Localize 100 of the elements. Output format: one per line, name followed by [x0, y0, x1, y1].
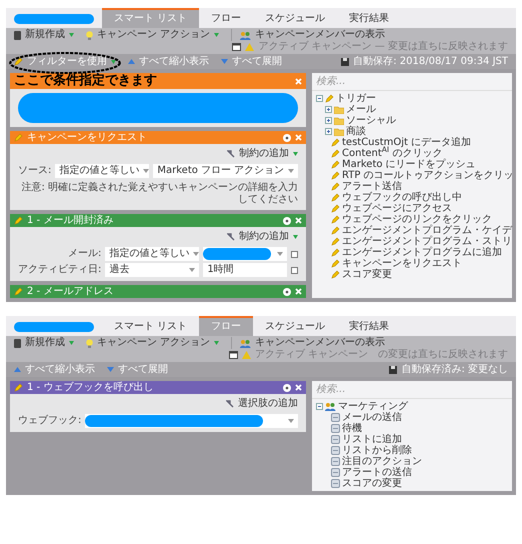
tab[interactable]: 実行結果 [337, 316, 402, 336]
view-members-button[interactable]: キャンペーンメンバーの表示 [255, 29, 386, 41]
campaign-actions-menu[interactable]: キャンペーン アクション [97, 337, 210, 349]
tree-item[interactable]: ウェブページのリンクをクリック [342, 214, 492, 225]
search-field[interactable]: 検索... [312, 381, 512, 399]
dropdown[interactable]: 指定の値と等しい [55, 164, 150, 178]
save-icon [341, 58, 350, 66]
tree-item[interactable]: スコアの変更 [342, 478, 402, 489]
autosave-status: 自動保存済み: 変更なし [401, 364, 508, 376]
tab[interactable]: スマート リスト [102, 316, 200, 336]
search-field[interactable]: 検索... [312, 73, 512, 91]
field-label: ソース: [18, 165, 52, 177]
calendar-icon[interactable] [232, 43, 242, 51]
tree-item[interactable]: エンゲージメントプログラムに追加 [342, 247, 502, 258]
block-title: 2 - メールアドレス [27, 285, 114, 298]
block-title: キャンペーンをリクエスト [27, 131, 147, 144]
save-icon [389, 366, 398, 374]
close-icon[interactable] [295, 217, 302, 224]
info-icon[interactable] [283, 384, 291, 392]
tab[interactable]: 実行結果 [337, 8, 402, 28]
close-icon[interactable] [295, 78, 302, 84]
tab[interactable]: フロー [199, 8, 254, 28]
info-icon[interactable] [283, 134, 291, 142]
tree-item[interactable]: testCustmOjt にデータ追加 [342, 137, 472, 148]
expand-icon[interactable] [325, 106, 332, 113]
people-icon [325, 402, 336, 411]
pencil-icon [14, 57, 23, 66]
wrench-icon [227, 150, 235, 158]
tree-item[interactable]: ウェブフックの呼び出し中 [342, 192, 462, 203]
info-icon[interactable] [283, 288, 291, 296]
tree-item[interactable]: 商談 [346, 126, 366, 137]
close-icon[interactable] [295, 134, 302, 141]
tree-item[interactable]: スコア変更 [342, 269, 392, 280]
tree-item[interactable]: キャンペーンをリクエスト [342, 258, 462, 269]
dropdown-caret-icon [277, 252, 283, 256]
lightbulb-icon [86, 30, 93, 40]
expand-icon[interactable] [325, 117, 332, 124]
wrench-icon [226, 400, 234, 408]
tree-item[interactable]: 注目のアクション [342, 456, 422, 467]
add-constraint-link[interactable]: 制約の追加 [239, 148, 289, 160]
warning-icon [245, 43, 254, 51]
pencil-icon [325, 94, 334, 103]
tree-item[interactable]: アラートの送信 [342, 467, 412, 478]
tree-item[interactable]: トリガー [336, 93, 376, 104]
tree-item[interactable]: メールの送信 [342, 412, 402, 423]
tree-item[interactable]: エンゲージメントプログラム・ケイデ [342, 225, 512, 236]
tree-item[interactable]: ソーシャル [346, 115, 396, 126]
tree-item[interactable]: RTP のコールトゥアクションをクリッ [342, 170, 514, 181]
dropdown[interactable]: 過去 [105, 263, 200, 277]
tree-item[interactable]: エンゲージメントプログラム・ストリ [342, 236, 512, 247]
block-title: 1 - ウェブフックを呼び出し [27, 381, 154, 394]
add-constraint-link[interactable]: 制約の追加 [239, 231, 289, 243]
tree-item[interactable]: マーケティング [338, 401, 408, 412]
tab[interactable]: スケジュール [253, 8, 338, 28]
new-menu[interactable]: 新規作成 [25, 337, 65, 349]
campaign-actions-menu[interactable]: キャンペーン アクション [97, 29, 210, 41]
new-menu[interactable]: 新規作成 [25, 29, 65, 41]
close-icon[interactable] [295, 384, 302, 391]
calendar-icon[interactable] [228, 351, 238, 359]
collapse-icon[interactable] [316, 95, 323, 102]
view-members-button[interactable]: キャンペーンメンバーの表示 [255, 337, 386, 349]
action-icon [331, 479, 340, 488]
small-square-icon[interactable] [291, 266, 298, 274]
dropdown[interactable]: Marketo フロー アクション [153, 164, 298, 178]
input-field[interactable]: 1時間 [203, 263, 287, 277]
annotation-text: ここで条件指定できます [14, 73, 157, 89]
action-icon [331, 413, 340, 422]
tree-item[interactable]: メール [346, 104, 376, 115]
document-icon [14, 30, 21, 40]
tree-item[interactable]: ウェブページにアクセス [342, 203, 452, 214]
tree-item[interactable]: Marketo にリードをプッシュ [342, 159, 476, 170]
collapse-all-icon [14, 367, 21, 372]
note-text: 注意: 明確に定義された覚えやすいキャンペーンの詳細を入力してください [20, 182, 298, 206]
tree-item[interactable]: リストから削除 [342, 445, 412, 456]
pencil-icon [14, 287, 23, 296]
pencil-icon [14, 383, 23, 392]
collapse-all-icon [128, 59, 135, 64]
dropdown[interactable] [85, 414, 298, 428]
redaction-mark [203, 248, 272, 260]
tree-item[interactable]: 待機 [342, 423, 362, 434]
tree-item[interactable]: Content$^{AI}$ のクリック [342, 148, 442, 159]
autosave-status: 自動保存: 2018/08/17 09:34 JST [353, 56, 508, 68]
close-icon[interactable] [295, 288, 302, 295]
dropdown-caret-icon [214, 33, 220, 37]
add-constraint-link[interactable]: 選択肢の追加 [238, 398, 298, 410]
dropdown-caret-icon [111, 60, 116, 64]
expand-icon[interactable] [325, 128, 332, 135]
info-icon[interactable] [283, 216, 291, 224]
tree-item[interactable]: アラート送信 [342, 181, 402, 192]
block-title: 1 - メール開封済み [27, 214, 114, 227]
dropdown-caret-icon [293, 152, 298, 156]
tree-item[interactable]: リストに追加 [342, 434, 402, 445]
action-icon [331, 424, 340, 433]
dropdown[interactable]: 指定の値と等しい [105, 247, 200, 261]
collapse-icon[interactable] [316, 403, 323, 410]
dropdown-caret-icon [189, 268, 196, 272]
tab[interactable]: スケジュール [253, 316, 338, 336]
small-square-icon[interactable] [291, 250, 298, 258]
action-icon [331, 435, 340, 444]
dropdown[interactable] [203, 247, 287, 261]
